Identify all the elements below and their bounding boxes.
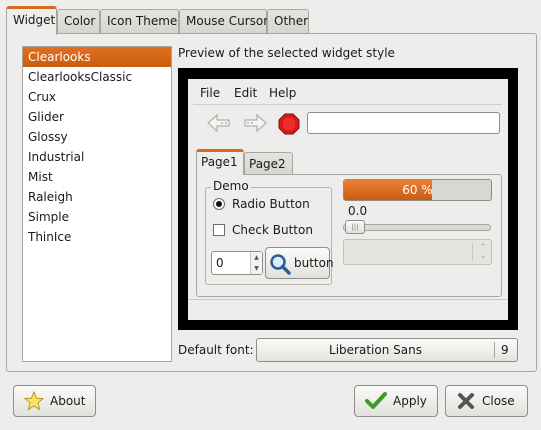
radio-button[interactable] bbox=[213, 198, 225, 210]
tab-page2[interactable]: Page2 bbox=[244, 152, 293, 176]
scale-trough[interactable] bbox=[343, 224, 491, 231]
tab-icon-theme[interactable]: Icon Theme bbox=[100, 9, 179, 34]
preview-entry[interactable] bbox=[307, 112, 500, 134]
list-item[interactable]: Crux bbox=[23, 87, 171, 107]
theme-list[interactable]: Clearlooks ClearlooksClassic Crux Glider… bbox=[22, 46, 172, 362]
menu-edit[interactable]: Edit bbox=[234, 86, 257, 100]
combo-separator bbox=[472, 244, 473, 260]
combo-box[interactable]: ⌃ ⌄ bbox=[343, 239, 492, 265]
about-button[interactable]: About bbox=[13, 385, 96, 417]
font-family: Liberation Sans bbox=[329, 343, 422, 357]
list-item[interactable]: ClearlooksClassic bbox=[23, 67, 171, 87]
demo-frame-label: Demo bbox=[211, 179, 251, 193]
preview-window: File Edit Help Page1 Page2 Demo Radio Bu… bbox=[188, 79, 508, 320]
tab-mouse-cursor[interactable]: Mouse Cursor bbox=[179, 9, 268, 34]
demo-button[interactable]: button bbox=[265, 247, 334, 279]
list-item[interactable]: Glider bbox=[23, 107, 171, 127]
tab-color[interactable]: Color bbox=[57, 9, 100, 34]
list-item[interactable]: ThinIce bbox=[23, 227, 171, 247]
scale-slider[interactable]: ||| bbox=[345, 220, 365, 234]
list-item[interactable]: Glossy bbox=[23, 127, 171, 147]
font-label: Default font: bbox=[178, 343, 254, 357]
button-label: button bbox=[294, 256, 334, 270]
tab-widget[interactable]: Widget bbox=[6, 6, 57, 35]
font-separator bbox=[494, 342, 495, 358]
list-item[interactable]: Clearlooks bbox=[23, 47, 171, 67]
combo-arrows-icon: ⌃ ⌄ bbox=[479, 243, 487, 261]
check-label: Check Button bbox=[232, 223, 313, 237]
spin-button[interactable]: 0 ▲ ▼ bbox=[211, 251, 263, 275]
magnifier-icon bbox=[270, 254, 291, 275]
check-button[interactable] bbox=[213, 224, 225, 236]
close-icon bbox=[458, 393, 474, 409]
spin-down-icon[interactable]: ▼ bbox=[251, 263, 262, 274]
back-arrow-icon[interactable] bbox=[205, 112, 233, 134]
radio-label: Radio Button bbox=[232, 197, 310, 211]
preview-heading: Preview of the selected widget style bbox=[178, 46, 395, 60]
spin-arrows[interactable]: ▲ ▼ bbox=[250, 252, 262, 274]
spin-up-icon[interactable]: ▲ bbox=[251, 252, 262, 263]
font-button[interactable]: Liberation Sans 9 bbox=[256, 338, 518, 362]
stop-icon[interactable] bbox=[278, 113, 300, 135]
progress-text: 60 % bbox=[402, 183, 433, 197]
scale-value: 0.0 bbox=[348, 204, 368, 218]
spin-value: 0 bbox=[216, 256, 224, 270]
menu-help[interactable]: Help bbox=[269, 86, 296, 100]
progress-bar: 60 % bbox=[343, 179, 492, 201]
font-size: 9 bbox=[501, 343, 509, 357]
list-item[interactable]: Raleigh bbox=[23, 187, 171, 207]
menu-file[interactable]: File bbox=[200, 86, 220, 100]
checkmark-icon bbox=[365, 392, 387, 409]
tab-page1[interactable]: Page1 bbox=[196, 149, 244, 175]
star-icon bbox=[24, 391, 44, 411]
preview-statusbar bbox=[188, 299, 508, 320]
list-item[interactable]: Mist bbox=[23, 167, 171, 187]
list-item[interactable]: Industrial bbox=[23, 147, 171, 167]
apply-button[interactable]: Apply bbox=[354, 385, 438, 417]
close-button[interactable]: Close bbox=[445, 385, 528, 417]
tab-other[interactable]: Other bbox=[267, 9, 309, 34]
list-item[interactable]: Simple bbox=[23, 207, 171, 227]
toolbar-separator bbox=[193, 104, 502, 105]
forward-arrow-icon[interactable] bbox=[241, 112, 269, 134]
